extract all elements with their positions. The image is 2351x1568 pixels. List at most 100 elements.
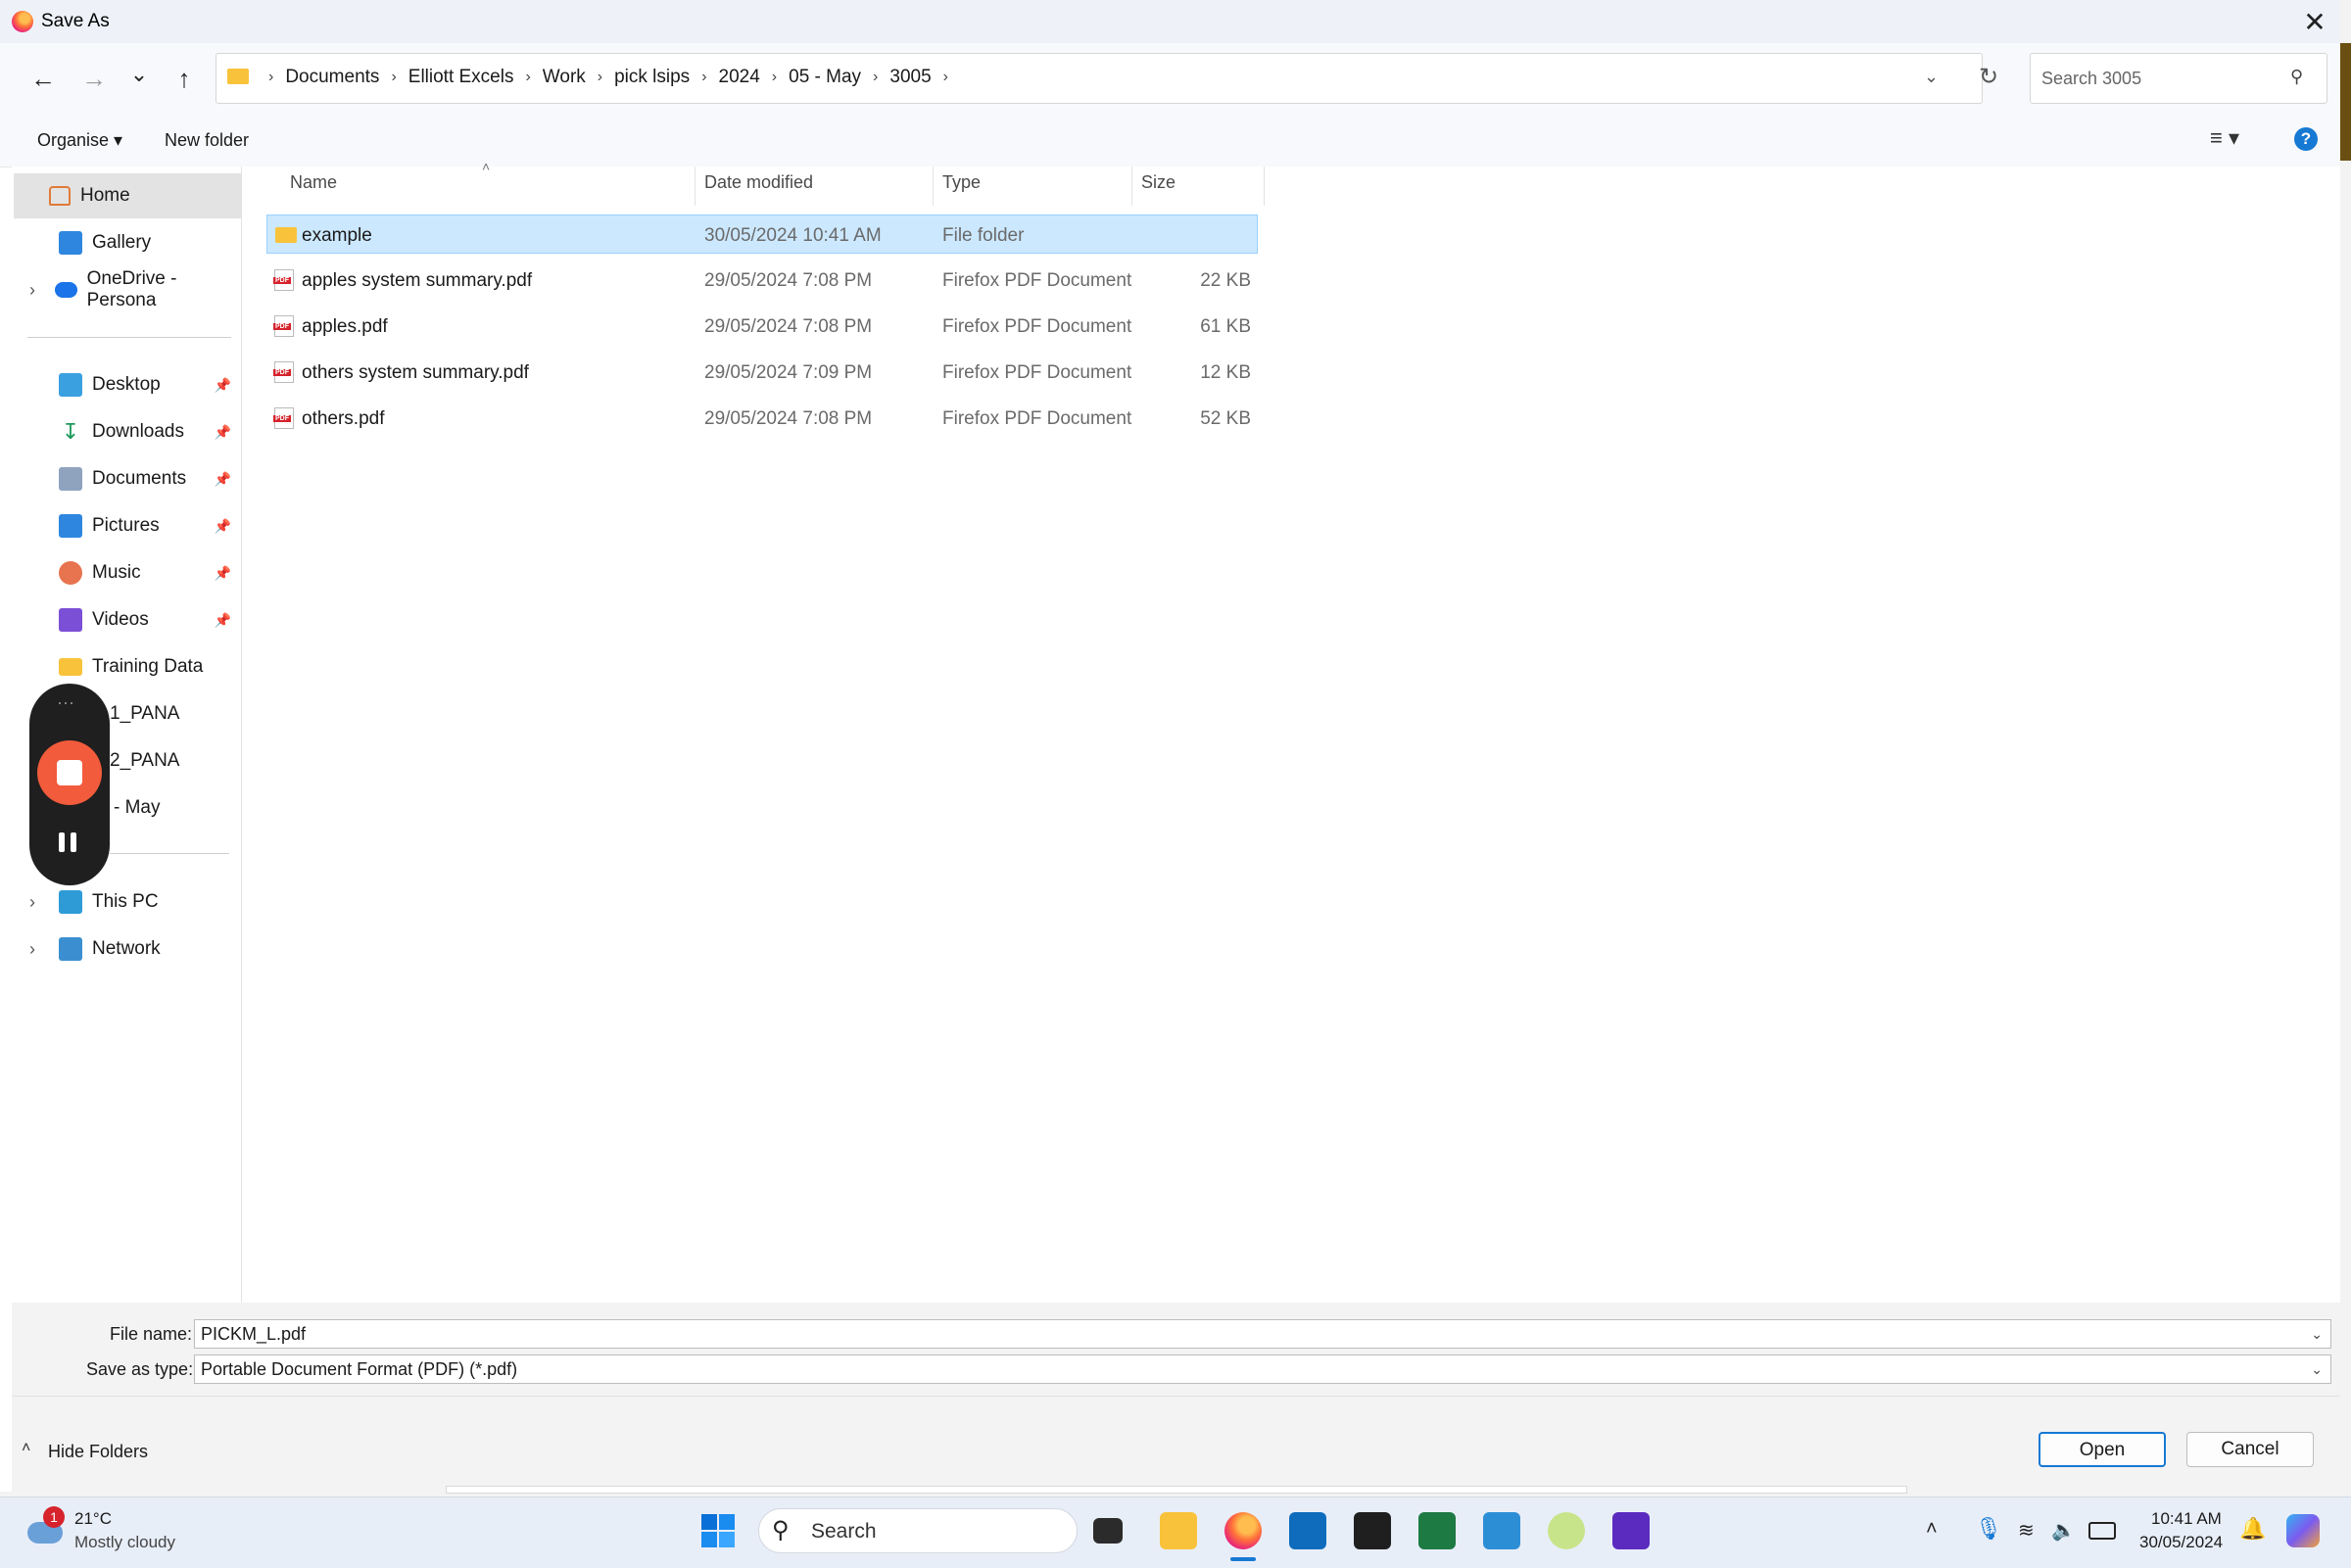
sidebar-item-label: Training Data	[92, 656, 204, 677]
breadcrumb-2024[interactable]: 2024	[719, 67, 760, 88]
sidebar-item-downloads[interactable]: ↧ Downloads 📌	[12, 409, 239, 454]
pause-icon[interactable]	[71, 832, 76, 852]
sidebar-item-network[interactable]: › Network	[12, 927, 239, 972]
pin-icon[interactable]: 📌	[215, 471, 231, 488]
file-size: 12 KB	[1200, 362, 1251, 383]
breadcrumb-documents[interactable]: Documents	[285, 67, 379, 88]
back-arrow-icon[interactable]: ←	[24, 59, 63, 98]
breadcrumb-elliott-excels[interactable]: Elliott Excels	[408, 67, 514, 88]
chevron-down-icon[interactable]: ⌄	[2311, 1355, 2323, 1383]
breadcrumb-05-may[interactable]: 05 - May	[789, 67, 861, 88]
breadcrumb-separator[interactable]: ›	[391, 69, 396, 86]
column-divider[interactable]	[1131, 166, 1132, 206]
close-button[interactable]: ✕	[2298, 6, 2331, 39]
column-divider[interactable]	[1264, 166, 1265, 206]
chevron-right-icon[interactable]: ›	[29, 892, 35, 913]
clock-time[interactable]: 10:41 AM	[2151, 1509, 2222, 1529]
sidebar-item-this-pc[interactable]: › This PC	[12, 879, 239, 925]
file-row-others-system-summary[interactable]: others system summary.pdf 29/05/2024 7:0…	[266, 353, 1258, 392]
leaf-app-icon[interactable]	[1548, 1512, 1585, 1549]
up-arrow-icon[interactable]: ↑	[165, 59, 204, 98]
column-divider[interactable]	[933, 166, 934, 206]
column-header-date[interactable]: Date modified	[704, 172, 813, 193]
firefox-taskbar-icon[interactable]	[1224, 1512, 1262, 1549]
sidebar-item-videos[interactable]: Videos 📌	[12, 597, 239, 642]
breadcrumb-separator[interactable]: ›	[943, 69, 948, 86]
view-options-icon[interactable]: ≡ ▾	[2210, 125, 2239, 151]
sidebar-item-label: Gallery	[92, 232, 152, 253]
horizontal-scrollbar[interactable]	[446, 1486, 1907, 1494]
notification-bell-icon[interactable]: 🔔	[2239, 1516, 2266, 1542]
pause-icon[interactable]	[59, 832, 65, 852]
hide-folders-button[interactable]: Hide Folders	[48, 1442, 148, 1462]
sidebar-item-home[interactable]: Home	[14, 173, 241, 218]
column-header-name[interactable]: Name	[290, 172, 337, 193]
recent-locations-icon[interactable]: ⌄	[120, 55, 159, 94]
file-name-input[interactable]: PICKM_L.pdf ⌄	[194, 1319, 2331, 1349]
chevron-right-icon[interactable]: ›	[29, 280, 35, 301]
weather-description[interactable]: Mostly cloudy	[74, 1533, 175, 1552]
sidebar-item-desktop[interactable]: Desktop 📌	[12, 362, 239, 407]
breadcrumb-separator[interactable]: ›	[873, 69, 878, 86]
address-dropdown-icon[interactable]: ⌄	[1924, 67, 1939, 87]
file-row-others[interactable]: others.pdf 29/05/2024 7:08 PM Firefox PD…	[266, 399, 1258, 438]
breadcrumb-separator[interactable]: ›	[701, 69, 706, 86]
quickassist-icon[interactable]	[1612, 1512, 1650, 1549]
battery-icon[interactable]	[2088, 1522, 2116, 1540]
breadcrumb-pick-lsips[interactable]: pick lsips	[614, 67, 690, 88]
sidebar-item-training-data[interactable]: Training Data	[12, 644, 239, 689]
pin-icon[interactable]: 📌	[215, 612, 231, 629]
chevron-up-icon[interactable]: ˄	[22, 1440, 30, 1457]
file-explorer-icon[interactable]	[1160, 1512, 1197, 1549]
new-folder-button[interactable]: New folder	[165, 130, 249, 151]
cancel-button[interactable]: Cancel	[2186, 1432, 2314, 1467]
microphone-icon[interactable]: 🎙	[1975, 1516, 2002, 1542]
drag-handle-icon[interactable]: ⋯	[57, 693, 76, 714]
search-icon[interactable]: ⚲	[2290, 67, 2303, 87]
pin-icon[interactable]: 📌	[215, 377, 231, 394]
excel-icon[interactable]	[1418, 1512, 1456, 1549]
taskbar-search-box[interactable]	[758, 1508, 1078, 1553]
column-header-type[interactable]: Type	[942, 172, 981, 193]
sidebar-item-music[interactable]: Music 📌	[12, 550, 239, 595]
weather-temperature[interactable]: 21°C	[74, 1509, 112, 1529]
pdf-icon	[273, 269, 294, 291]
sidebar-item-onedrive[interactable]: › OneDrive - Persona	[12, 267, 239, 312]
start-windows-icon[interactable]	[699, 1512, 737, 1549]
show-hidden-icons-icon[interactable]: ˄	[1926, 1518, 1938, 1541]
notepad-icon[interactable]	[1483, 1512, 1520, 1549]
sidebar-item-gallery[interactable]: Gallery	[12, 220, 239, 265]
save-type-select[interactable]: Portable Document Format (PDF) (*.pdf) ⌄	[194, 1354, 2331, 1384]
terminal-icon[interactable]	[1354, 1512, 1391, 1549]
chevron-down-icon[interactable]: ⌄	[2311, 1320, 2323, 1348]
open-button[interactable]: Open	[2039, 1432, 2166, 1467]
forward-arrow-icon[interactable]: →	[74, 59, 114, 98]
organise-button[interactable]: Organise ▾	[37, 130, 122, 151]
breadcrumb-work[interactable]: Work	[543, 67, 586, 88]
column-header-size[interactable]: Size	[1141, 172, 1176, 193]
breadcrumb-separator[interactable]: ›	[772, 69, 777, 86]
help-icon[interactable]: ?	[2294, 127, 2318, 151]
refresh-icon[interactable]: ↻	[1979, 63, 1998, 91]
copilot-icon[interactable]	[2286, 1514, 2320, 1547]
clock-date[interactable]: 30/05/2024	[2139, 1533, 2223, 1552]
sidebar-item-documents[interactable]: Documents 📌	[12, 456, 239, 501]
sidebar-item-label: 1_PANA	[110, 703, 180, 724]
pin-icon[interactable]: 📌	[215, 424, 231, 441]
column-divider[interactable]	[695, 166, 696, 206]
pin-icon[interactable]: 📌	[215, 565, 231, 582]
wifi-icon[interactable]: ≋	[2018, 1518, 2035, 1543]
chevron-right-icon[interactable]: ›	[29, 939, 35, 960]
file-row-apples[interactable]: apples.pdf 29/05/2024 7:08 PM Firefox PD…	[266, 307, 1258, 346]
breadcrumb-3005[interactable]: 3005	[889, 67, 931, 88]
file-row-apples-system-summary[interactable]: apples system summary.pdf 29/05/2024 7:0…	[266, 261, 1258, 300]
outlook-icon[interactable]	[1289, 1512, 1326, 1549]
sidebar-item-pictures[interactable]: Pictures 📌	[12, 503, 239, 548]
breadcrumb-separator[interactable]: ›	[598, 69, 602, 86]
file-type: Firefox PDF Document	[942, 270, 1132, 291]
task-view-icon[interactable]	[1093, 1518, 1123, 1544]
file-row-example[interactable]: example 30/05/2024 10:41 AM File folder	[266, 214, 1258, 254]
breadcrumb-separator[interactable]: ›	[525, 69, 530, 86]
pin-icon[interactable]: 📌	[215, 518, 231, 535]
volume-icon[interactable]: 🔈	[2051, 1518, 2076, 1543]
